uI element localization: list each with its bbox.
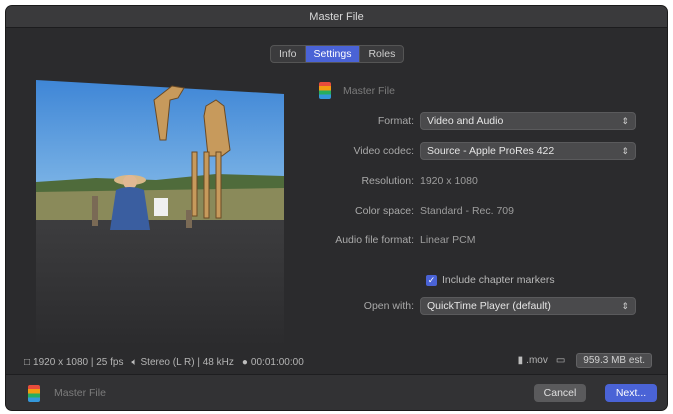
- color-space-row: Color space: Standard - Rec. 709: [306, 202, 646, 220]
- open-with-value: QuickTime Player (default): [427, 300, 551, 312]
- format-label: Format:: [377, 115, 414, 127]
- next-button[interactable]: Next...: [605, 384, 657, 402]
- format-row: Format: Video and Audio ⇕: [306, 112, 646, 130]
- open-with-select[interactable]: QuickTime Player (default) ⇕: [420, 297, 636, 315]
- resolution-value: 1920 x 1080: [420, 175, 478, 187]
- tab-settings[interactable]: Settings: [305, 46, 361, 62]
- video-codec-label: Video codec:: [353, 145, 414, 157]
- video-frame-icon: □: [24, 356, 31, 368]
- preview-thumbnail: [36, 70, 284, 346]
- open-with-row: Open with: QuickTime Player (default) ⇕: [306, 297, 646, 315]
- audio-format-value: Linear PCM: [420, 234, 476, 246]
- file-size-badge: 959.3 MB est.: [576, 353, 652, 368]
- master-file-icon: [319, 82, 331, 99]
- chevron-updown-icon: ⇕: [621, 145, 629, 156]
- file-info: ▮ .mov ▭ 959.3 MB est.: [518, 353, 652, 368]
- audio-format-label: Audio file format:: [335, 234, 414, 246]
- master-file-icon: [28, 385, 40, 402]
- file-header: Master File: [319, 82, 395, 99]
- preview-image: [36, 80, 284, 346]
- video-info-text: 1920 x 1080 | 25 fps: [33, 356, 124, 368]
- chevron-updown-icon: ⇕: [621, 300, 629, 311]
- clock-icon: ●: [241, 356, 248, 368]
- duration-text: 00:01:00:00: [250, 356, 304, 368]
- color-space-label: Color space:: [355, 205, 414, 217]
- tab-info[interactable]: Info: [271, 46, 306, 62]
- dialog-footer: Master File Cancel Next...: [6, 374, 667, 410]
- chevron-updown-icon: ⇕: [621, 115, 629, 126]
- display-icon: ▭: [555, 355, 566, 366]
- open-with-label: Open with:: [363, 300, 414, 312]
- video-codec-value: Source - Apple ProRes 422: [427, 145, 555, 157]
- audio-info-text: Stereo (L R) | 48 kHz: [140, 356, 234, 368]
- chapter-markers-row: ✓ Include chapter markers: [426, 274, 555, 286]
- chapter-markers-checkbox[interactable]: ✓: [426, 274, 437, 286]
- footer-file-name: Master File: [54, 387, 106, 399]
- video-info: □ 1920 x 1080 | 25 fps: [24, 357, 124, 368]
- format-value: Video and Audio: [427, 115, 504, 127]
- video-codec-row: Video codec: Source - Apple ProRes 422 ⇕: [306, 142, 646, 160]
- document-icon: ▮: [517, 355, 524, 366]
- resolution-row: Resolution: 1920 x 1080: [306, 172, 646, 190]
- tab-roles[interactable]: Roles: [360, 46, 403, 62]
- file-extension: .mov: [526, 355, 548, 366]
- share-dialog: Master File Info Settings Roles Master F…: [6, 6, 667, 410]
- color-space-value: Standard - Rec. 709: [420, 205, 514, 217]
- cancel-button[interactable]: Cancel: [534, 384, 586, 402]
- duration-info: ● 00:01:00:00: [242, 357, 304, 368]
- tab-bar: Info Settings Roles: [270, 45, 405, 63]
- file-name: Master File: [343, 84, 395, 97]
- resolution-label: Resolution:: [361, 175, 414, 187]
- audio-info: 🔈︎ Stereo (L R) | 48 kHz: [132, 357, 234, 368]
- format-select[interactable]: Video and Audio ⇕: [420, 112, 636, 130]
- output-info-bar: □ 1920 x 1080 | 25 fps 🔈︎ Stereo (L R) |…: [24, 353, 660, 370]
- audio-format-row: Audio file format: Linear PCM: [306, 231, 646, 249]
- video-codec-select[interactable]: Source - Apple ProRes 422 ⇕: [420, 142, 636, 160]
- speaker-icon: 🔈︎: [131, 356, 138, 368]
- chapter-markers-label: Include chapter markers: [442, 274, 555, 286]
- window-title: Master File: [6, 6, 667, 28]
